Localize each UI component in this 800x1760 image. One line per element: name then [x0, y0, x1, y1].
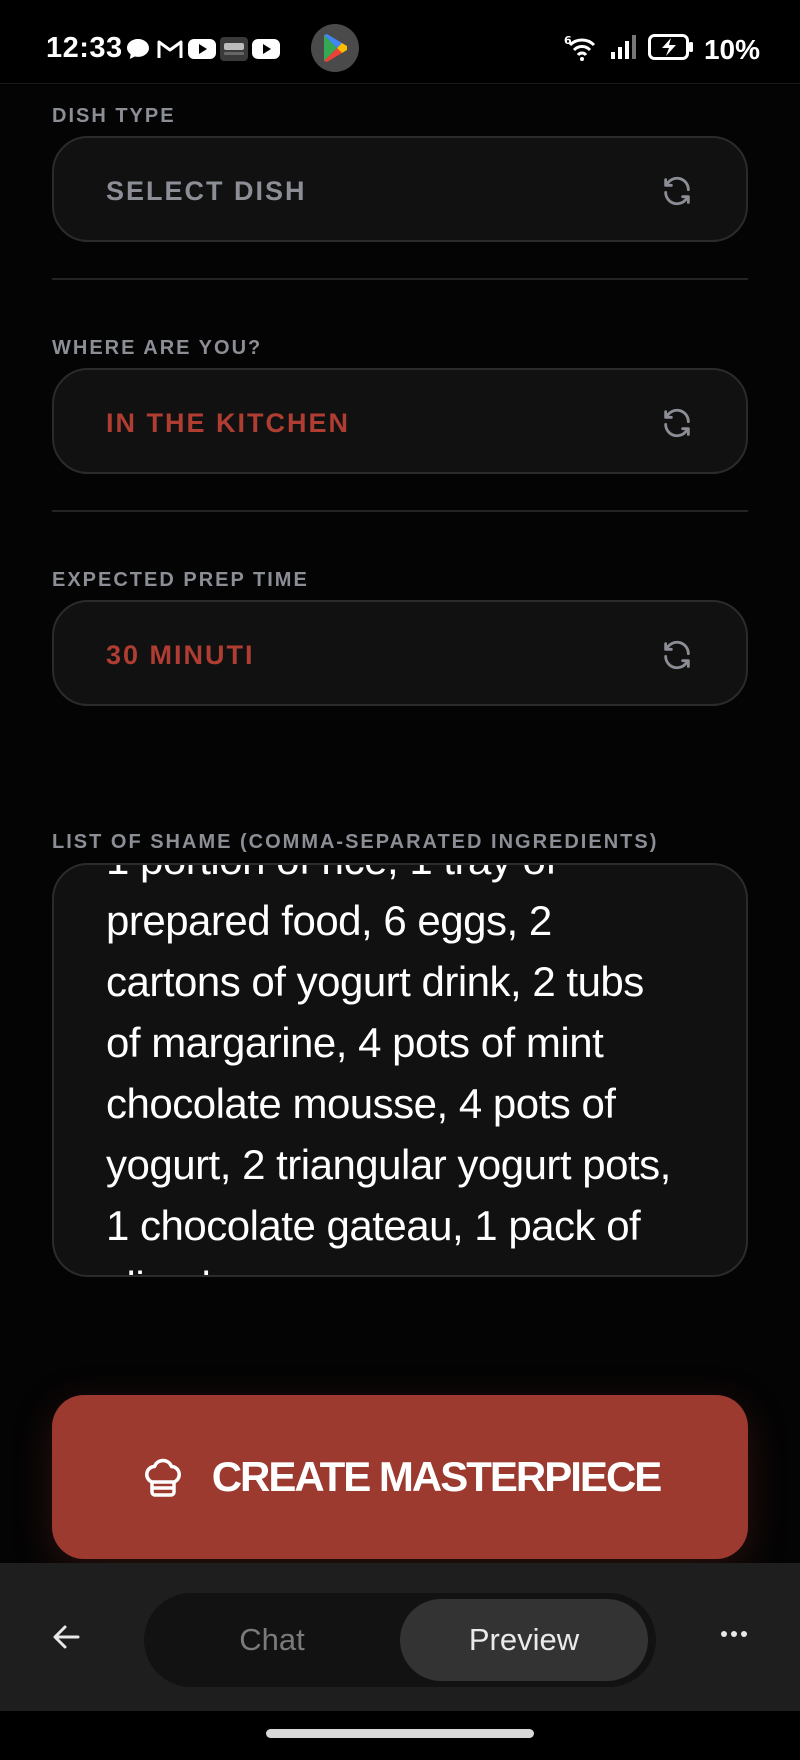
recipe-form: DISH TYPE SELECT DISH WHERE ARE YOU? IN …: [0, 85, 800, 1563]
refresh-icon[interactable]: [660, 174, 694, 208]
gesture-bar: [0, 1711, 800, 1760]
gmail-icon: [156, 38, 184, 60]
back-arrow-icon[interactable]: [44, 1615, 88, 1659]
chef-hat-icon: [144, 1458, 181, 1497]
battery-icon: [647, 34, 694, 65]
ingredients-value[interactable]: 1 portion of rice, 1 tray of prepared fo…: [106, 865, 686, 1275]
ingredients-label: LIST OF SHAME (COMMA-SEPARATED INGREDIEN…: [52, 831, 659, 853]
wifi-icon: 6: [564, 32, 600, 67]
tab-chat[interactable]: Chat: [144, 1593, 400, 1687]
location-label: WHERE ARE YOU?: [52, 337, 263, 359]
location-select[interactable]: IN THE KITCHEN: [52, 368, 748, 474]
dish-type-value: SELECT DISH: [106, 176, 307, 206]
status-indicators: 6 10%: [564, 32, 760, 67]
location-value: IN THE KITCHEN: [106, 408, 350, 438]
bottom-nav: Chat Preview: [0, 1563, 800, 1711]
home-indicator[interactable]: [266, 1729, 534, 1738]
chat-bubble-icon: [126, 38, 150, 60]
dish-type-label: DISH TYPE: [52, 105, 176, 127]
view-toggle: Chat Preview: [144, 1593, 656, 1687]
refresh-icon[interactable]: [660, 638, 694, 672]
divider: [52, 278, 748, 280]
prep-time-select[interactable]: 30 MINUTI: [52, 600, 748, 706]
refresh-icon[interactable]: [660, 406, 694, 440]
create-masterpiece-button[interactable]: CREATE MASTERPIECE: [52, 1395, 748, 1559]
status-bar: 12:33 6 10%: [0, 0, 800, 84]
divider: [52, 510, 748, 512]
status-time: 12:33: [46, 32, 123, 64]
youtube-icon: [252, 38, 280, 60]
mail-app-icon: [220, 37, 248, 61]
tab-preview[interactable]: Preview: [400, 1599, 648, 1681]
signal-icon: [610, 34, 638, 65]
more-options-icon[interactable]: [712, 1619, 756, 1649]
battery-percent: 10%: [703, 33, 760, 65]
prep-time-value: 30 MINUTI: [106, 640, 255, 670]
create-masterpiece-label: CREATE MASTERPIECE: [211, 1453, 663, 1500]
play-games-icon: [311, 24, 359, 72]
ingredients-textarea[interactable]: 1 portion of rice, 1 tray of prepared fo…: [52, 863, 748, 1277]
dish-type-select[interactable]: SELECT DISH: [52, 136, 748, 242]
prep-time-label: EXPECTED PREP TIME: [52, 569, 309, 591]
youtube-icon: [188, 38, 216, 60]
